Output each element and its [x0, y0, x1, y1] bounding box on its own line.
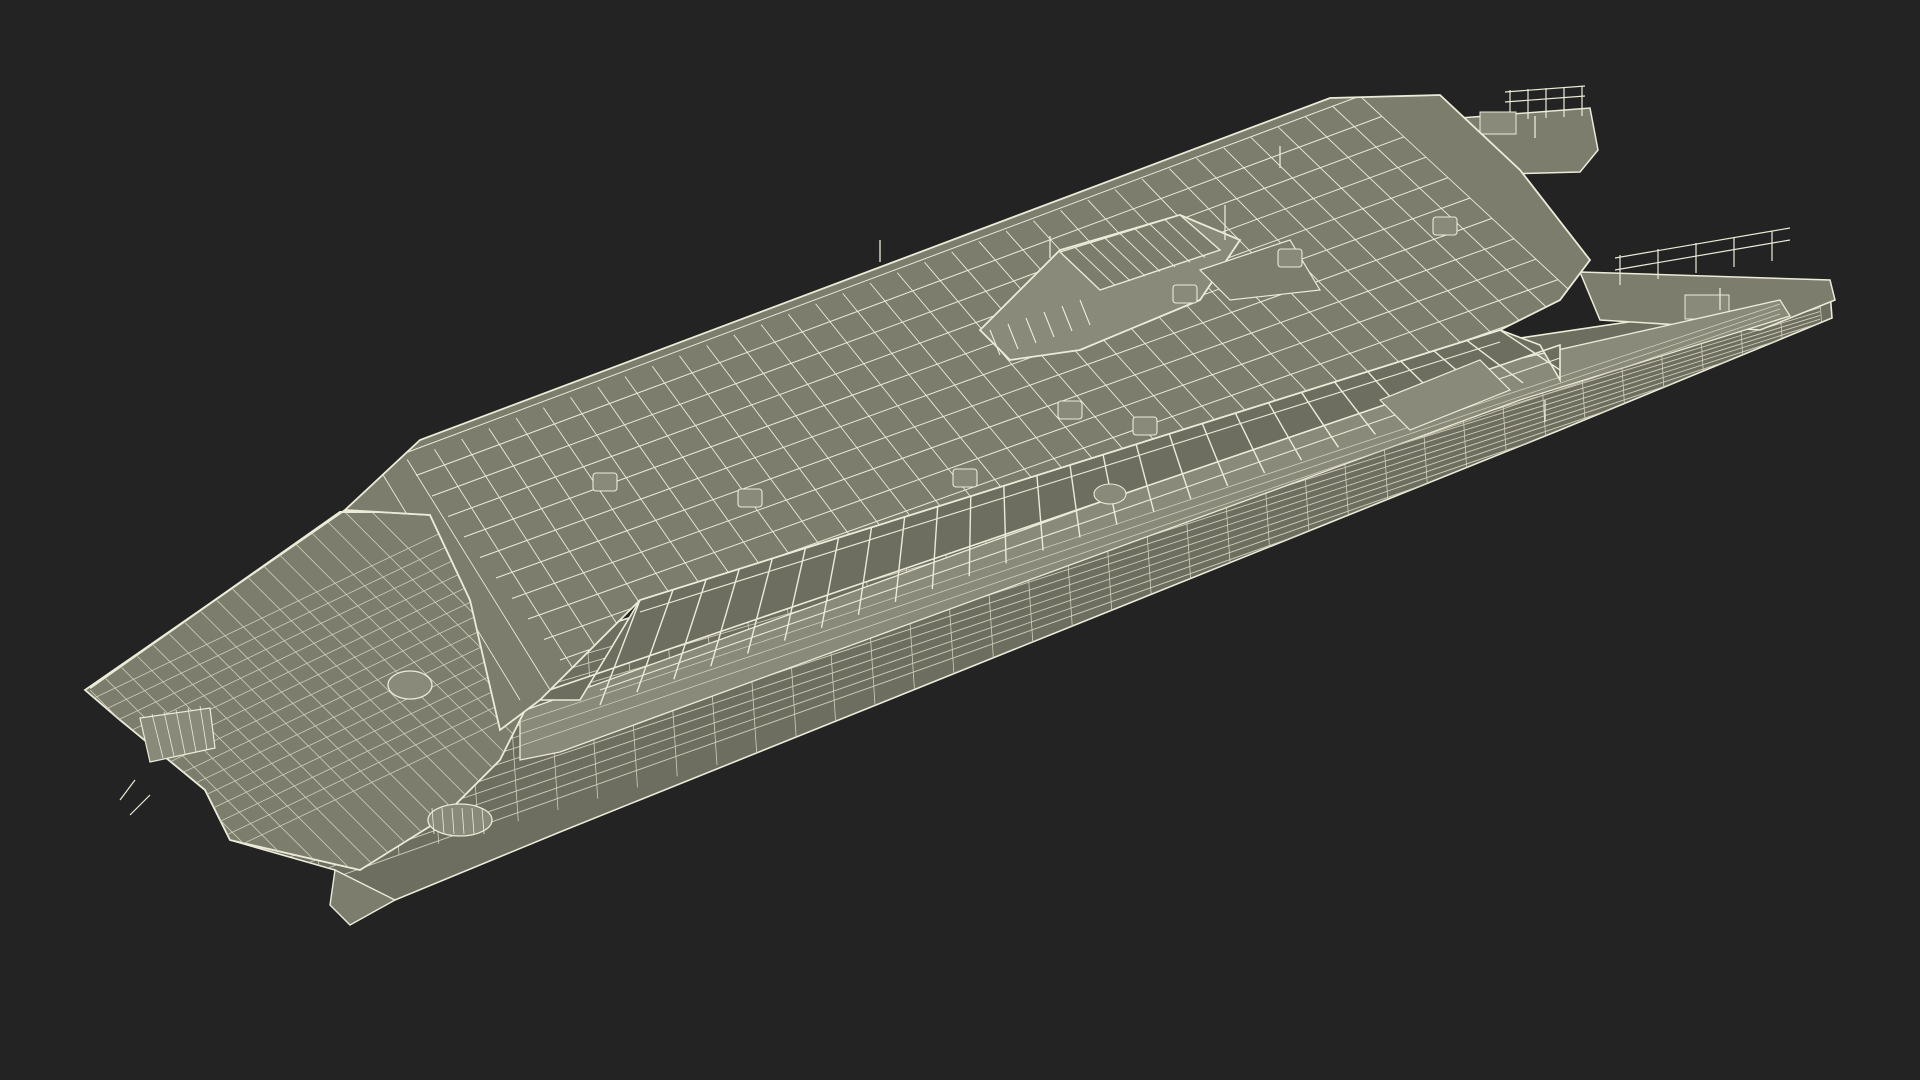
roof-vent [1172, 284, 1198, 304]
stern-winch [1479, 111, 1517, 135]
roof-vent [1057, 400, 1083, 420]
roof-vent [1432, 216, 1458, 236]
deck-reel [1093, 483, 1127, 505]
roof-vent [592, 472, 618, 492]
roof-vent [1277, 248, 1303, 268]
roof-vent [952, 468, 978, 488]
ferry-wireframe-render [83, 85, 1836, 926]
starboard-stern-railing [1614, 227, 1791, 271]
port-stern-railing [1504, 85, 1586, 103]
roof-vent [737, 488, 763, 508]
bow-anchor [119, 779, 151, 816]
bow-capstan [387, 670, 433, 700]
roof-vent [1132, 416, 1158, 436]
render-viewport [0, 0, 1920, 1080]
